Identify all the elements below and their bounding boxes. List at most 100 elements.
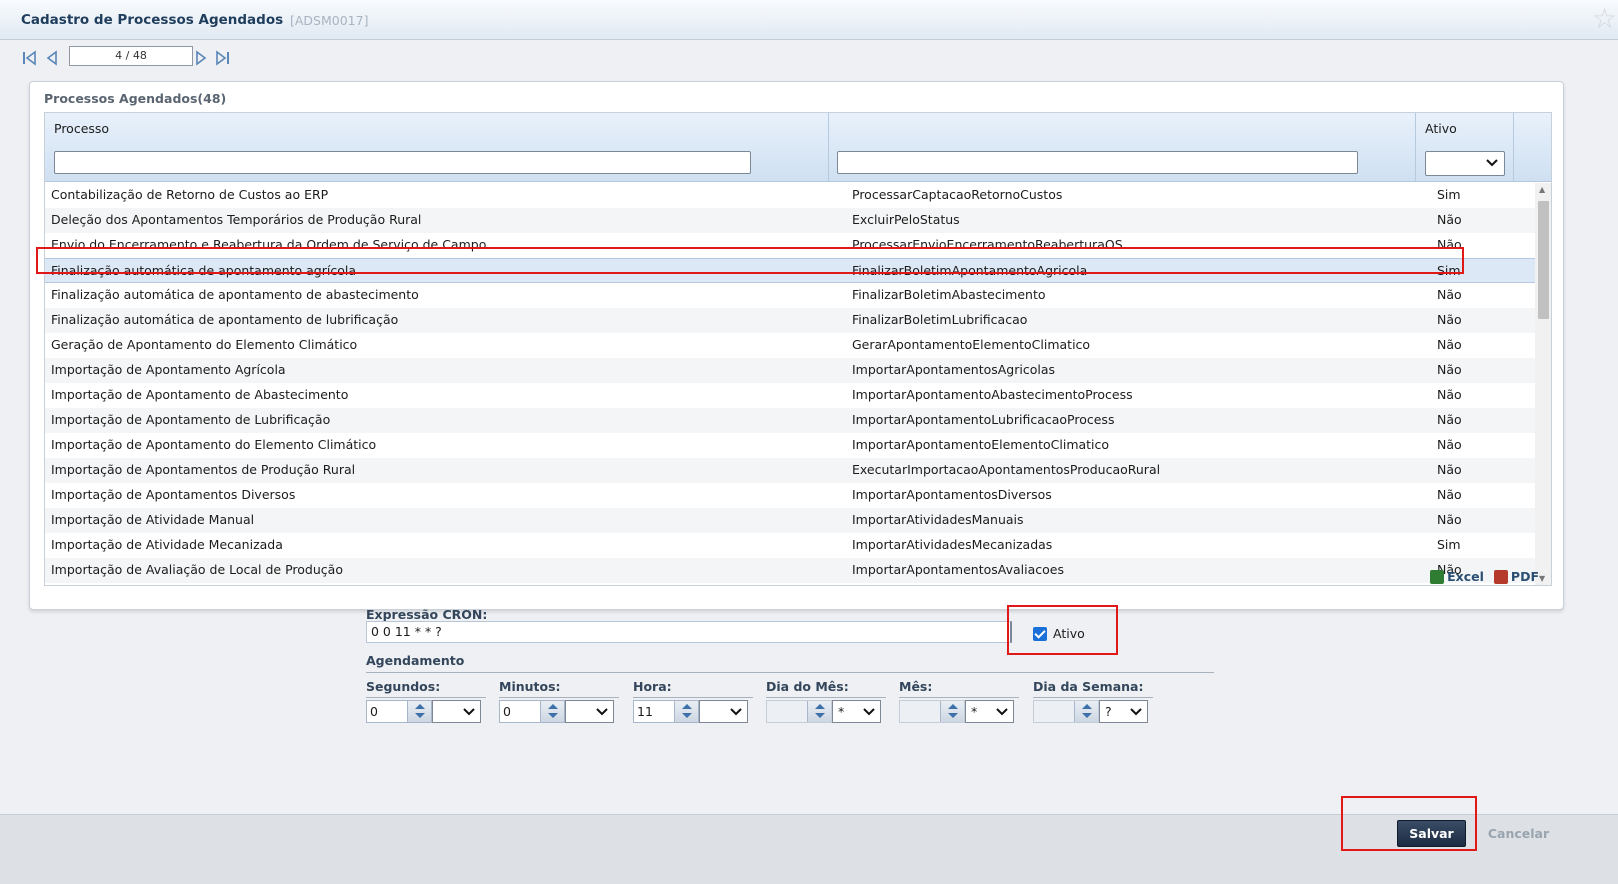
agendamento-label: Agendamento — [366, 653, 465, 668]
schedule-spinner-input[interactable]: 11 — [633, 700, 699, 723]
schedule-spinner-input[interactable] — [766, 700, 832, 723]
cell-ativo: Não — [1437, 337, 1462, 352]
spinner-value: 0 — [370, 704, 378, 719]
schedule-field-divider — [633, 697, 753, 698]
schedule-select[interactable]: * — [965, 700, 1014, 723]
cell-processo: Importação de Atividade Manual — [51, 512, 255, 527]
schedule-spinner-input[interactable]: 0 — [499, 700, 565, 723]
schedule-spinner-input[interactable]: 0 — [366, 700, 432, 723]
window-code: [ADSM0017] — [290, 13, 369, 28]
schedule-field-divider — [499, 697, 619, 698]
cell-processo: Finalização automática de apontamento de… — [51, 287, 419, 302]
cell-method: ImportarApontamentosAgricolas — [852, 362, 1056, 377]
table-row[interactable]: Importação de Atividade Mecanizada Import… — [45, 533, 1535, 558]
previous-page-icon[interactable] — [43, 46, 61, 70]
table-row[interactable]: Importação de Atividade Manual ImportarAt… — [45, 508, 1535, 533]
cell-processo: Geração de Apontamento do Elemento Climá… — [51, 337, 358, 352]
export-links: Excel PDF — [1430, 569, 1539, 584]
cell-ativo: Não — [1437, 362, 1462, 377]
column-ativo[interactable]: Ativo — [1416, 113, 1514, 182]
table-row[interactable]: Geração de Apontamento do Elemento Climá… — [45, 333, 1535, 358]
export-pdf-label: PDF — [1510, 569, 1539, 584]
spinner-arrows-icon[interactable] — [807, 701, 831, 722]
cell-ativo: Não — [1437, 462, 1462, 477]
schedule-field-label: Segundos: — [366, 679, 441, 694]
page-indicator[interactable]: 4 / 48 — [69, 46, 193, 66]
cell-processo: Importação de Apontamentos Diversos — [51, 487, 296, 502]
schedule-select[interactable] — [699, 700, 748, 723]
cell-method: ImportarAtividadesMecanizadas — [852, 537, 1053, 552]
column-label: Ativo — [1425, 121, 1457, 136]
chevron-down-icon — [863, 708, 875, 716]
cell-ativo: Não — [1437, 312, 1462, 327]
spinner-arrows-icon[interactable] — [1074, 701, 1098, 722]
grid-scrollbar[interactable]: ▲ ▼ — [1535, 183, 1551, 585]
filter-ativo-select[interactable] — [1425, 151, 1505, 176]
process-grid: Processo Ativo Contabilização de Retorno… — [44, 112, 1552, 586]
cell-processo: Importação de Apontamentos de Produção R… — [51, 462, 356, 477]
schedule-select[interactable]: * — [832, 700, 881, 723]
window-titlebar: Cadastro de Processos Agendados [ADSM001… — [0, 0, 1618, 40]
favorite-star-icon[interactable]: ☆ — [1592, 5, 1618, 33]
table-row[interactable]: Importação de Apontamento do Elemento Cl… — [45, 433, 1535, 458]
scroll-thumb[interactable] — [1538, 201, 1549, 319]
cell-method: FinalizarBoletimAbastecimento — [852, 287, 1046, 302]
table-row[interactable]: Finalização automática de apontamento de… — [45, 283, 1535, 308]
cron-expression-input[interactable]: 0 0 11 * * ? — [366, 621, 1012, 643]
schedule-field-divider — [1033, 697, 1153, 698]
table-row[interactable]: Importação de Apontamento Agrícola Import… — [45, 358, 1535, 383]
scroll-down-icon[interactable]: ▼ — [1539, 574, 1545, 583]
export-excel-button[interactable]: Excel — [1430, 569, 1484, 584]
table-row[interactable]: Importação de Apontamentos de Produção R… — [45, 458, 1535, 483]
spinner-arrows-icon[interactable] — [540, 701, 564, 722]
next-page-icon[interactable] — [192, 46, 210, 70]
schedule-select[interactable]: ? — [1099, 700, 1148, 723]
table-row[interactable]: Importação de Apontamentos Diversos Impor… — [45, 483, 1535, 508]
spinner-value: 11 — [637, 704, 653, 719]
table-row[interactable]: Importação de Apontamento de Lubrificaçã… — [45, 408, 1535, 433]
filter-method-input[interactable] — [837, 151, 1358, 174]
table-row[interactable]: Importação de Avaliação de Local de Prod… — [45, 558, 1535, 583]
grid-header: Processo Ativo — [45, 113, 1551, 182]
select-value: * — [971, 704, 978, 719]
cell-method: ImportarApontamentoElementoClimatico — [852, 437, 1110, 452]
cell-processo: Importação de Apontamento de Lubrificaçã… — [51, 412, 331, 427]
cell-method: ProcessarCaptacaoRetornoCustos — [852, 187, 1063, 202]
schedule-field-divider — [899, 697, 1019, 698]
column-label: Processo — [54, 121, 110, 136]
cell-processo: Finalização automática de apontamento de… — [51, 312, 399, 327]
schedule-spinner-input[interactable] — [1033, 700, 1099, 723]
spinner-arrows-icon[interactable] — [674, 701, 698, 722]
schedule-select[interactable] — [565, 700, 614, 723]
schedule-field-label: Dia da Semana: — [1033, 679, 1144, 694]
schedule-spinner-input[interactable] — [899, 700, 965, 723]
column-processo[interactable]: Processo — [45, 113, 829, 182]
cell-ativo: Sim — [1437, 537, 1461, 552]
schedule-field-divider — [366, 697, 486, 698]
table-row[interactable]: Deleção dos Apontamentos Temporários de … — [45, 208, 1535, 233]
table-row[interactable]: Importação de Apontamento de Abastecimen… — [45, 383, 1535, 408]
spinner-arrows-icon[interactable] — [407, 701, 431, 722]
last-page-icon[interactable] — [214, 46, 232, 70]
schedule-select[interactable] — [432, 700, 481, 723]
cell-ativo: Sim — [1437, 187, 1461, 202]
spinner-arrows-icon[interactable] — [940, 701, 964, 722]
grid-rows: Contabilização de Retorno de Custos ao E… — [45, 183, 1535, 583]
cell-method: FinalizarBoletimLubrificacao — [852, 312, 1028, 327]
chevron-down-icon — [463, 708, 475, 716]
cell-processo: Importação de Apontamento Agrícola — [51, 362, 286, 377]
schedule-field-label: Mês: — [899, 679, 933, 694]
scroll-up-icon[interactable]: ▲ — [1539, 185, 1545, 194]
export-pdf-button[interactable]: PDF — [1493, 569, 1539, 584]
table-row[interactable]: Contabilização de Retorno de Custos ao E… — [45, 183, 1535, 208]
cell-ativo: Não — [1437, 212, 1462, 227]
filter-processo-input[interactable] — [54, 151, 751, 174]
cell-ativo: Não — [1437, 387, 1462, 402]
column-method[interactable] — [829, 113, 1416, 182]
cell-method: ImportarAtividadesManuais — [852, 512, 1024, 527]
first-page-icon[interactable] — [20, 46, 38, 70]
cancel-button[interactable]: Cancelar — [1480, 820, 1557, 847]
window-title: Cadastro de Processos Agendados — [21, 12, 284, 28]
table-row[interactable]: Finalização automática de apontamento de… — [45, 308, 1535, 333]
excel-icon — [1430, 569, 1445, 584]
